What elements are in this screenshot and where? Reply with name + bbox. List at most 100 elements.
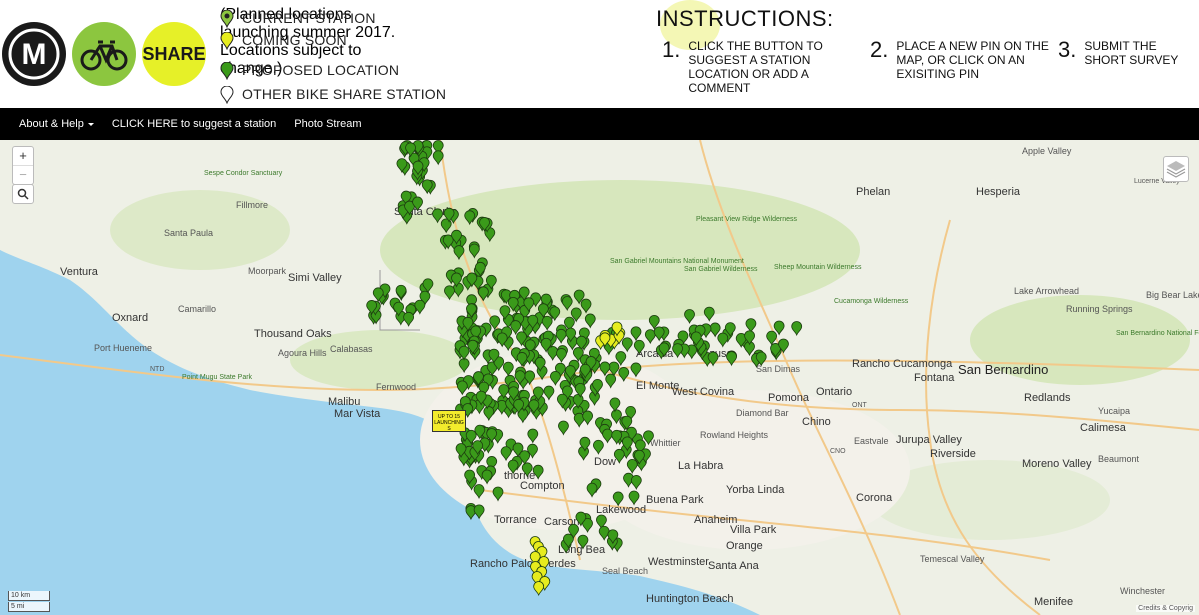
legend-coming: Coming Soon: [220, 32, 347, 50]
station-pin[interactable]: [580, 298, 592, 314]
zoom-out-button[interactable]: −: [13, 165, 33, 184]
station-pin[interactable]: [630, 475, 642, 490]
station-pin[interactable]: [453, 245, 465, 261]
bicycle-icon: [80, 40, 128, 71]
station-pin[interactable]: [432, 208, 443, 224]
station-pin[interactable]: [602, 428, 613, 444]
station-pin[interactable]: [598, 525, 610, 541]
station-pin[interactable]: [533, 581, 545, 597]
station-pin[interactable]: [609, 397, 621, 413]
station-pin[interactable]: [473, 504, 485, 520]
instruction-step-2: 2. Place a new pin on the map, or click …: [870, 37, 1049, 82]
station-pin[interactable]: [541, 315, 553, 331]
station-pin[interactable]: [555, 328, 567, 344]
station-pin[interactable]: [608, 361, 620, 377]
station-pin[interactable]: [478, 286, 489, 302]
station-pin[interactable]: [745, 318, 757, 334]
proposed-pin-icon: [220, 62, 234, 80]
legend-current: Current Station: [220, 10, 376, 28]
station-pin[interactable]: [468, 243, 480, 259]
station-pin[interactable]: [502, 361, 514, 377]
map-search-button[interactable]: [12, 184, 34, 204]
station-pin[interactable]: [458, 358, 470, 374]
station-pin[interactable]: [618, 367, 630, 383]
station-pin[interactable]: [628, 490, 640, 506]
instructions-title: INSTRUCTIONS:: [656, 6, 834, 31]
zoom-control: + −: [12, 146, 34, 185]
bike-logo: [72, 22, 136, 86]
station-pin[interactable]: [577, 534, 589, 550]
station-pin[interactable]: [492, 486, 504, 502]
station-pin[interactable]: [483, 406, 495, 422]
station-pin[interactable]: [593, 439, 604, 455]
station-pin[interactable]: [672, 343, 683, 359]
station-pin[interactable]: [527, 428, 539, 444]
station-pin[interactable]: [586, 482, 598, 498]
station-pin[interactable]: [684, 309, 695, 325]
station-pin[interactable]: [550, 371, 561, 386]
station-pin[interactable]: [612, 491, 624, 507]
station-pin[interactable]: [456, 380, 468, 396]
station-pin[interactable]: [633, 339, 645, 355]
station-pin[interactable]: [726, 351, 737, 367]
instruction-step-3: 3. Submit the short survey: [1058, 37, 1179, 68]
layers-button[interactable]: [1163, 156, 1189, 182]
search-icon: [17, 188, 29, 200]
station-pin[interactable]: [613, 448, 625, 464]
legend-other: Other Bike Share Station: [220, 86, 446, 104]
station-pin[interactable]: [481, 469, 493, 485]
station-pin[interactable]: [452, 282, 464, 298]
header: M SHARE Current Station Coming Soon (Pla…: [0, 0, 1199, 108]
station-pin[interactable]: [473, 484, 485, 500]
scale-bar: 10 km 5 mi: [8, 591, 50, 613]
other-station-pin-icon: [220, 86, 234, 104]
station-pin[interactable]: [558, 420, 569, 436]
caret-down-icon: [87, 122, 94, 126]
station-pin[interactable]: [521, 462, 533, 478]
station-pin[interactable]: [532, 464, 544, 480]
nav-about-help[interactable]: About & Help: [19, 118, 94, 130]
station-pin[interactable]: [773, 320, 785, 336]
station-pin[interactable]: [584, 313, 596, 329]
current-station-pin-icon: [220, 10, 234, 28]
station-pin[interactable]: [543, 385, 555, 401]
nav-suggest-station[interactable]: CLICK HERE to suggest a station: [112, 118, 276, 130]
map-credits[interactable]: Credits & Copyrig: [1136, 605, 1195, 612]
station-pin[interactable]: [464, 210, 476, 226]
station-pin[interactable]: [605, 373, 617, 389]
metro-m-icon: M: [8, 28, 60, 80]
pins-layer: [366, 140, 803, 597]
station-pin[interactable]: [556, 348, 567, 363]
legend-proposed: Proposed Location: [220, 62, 399, 80]
station-pin[interactable]: [599, 361, 611, 377]
station-pin[interactable]: [621, 337, 633, 353]
legend: Current Station Coming Soon (Planned loc…: [220, 6, 446, 104]
station-pin[interactable]: [561, 296, 573, 312]
station-pin[interactable]: [403, 311, 415, 327]
navbar: About & Help CLICK HERE to suggest a sta…: [0, 108, 1199, 140]
station-pin[interactable]: [791, 321, 803, 337]
coming-soon-pin-icon: [220, 32, 234, 50]
layers-icon: [1166, 161, 1186, 178]
map[interactable]: Ventura Oxnard Camarillo Port Hueneme Po…: [0, 140, 1199, 615]
share-logo: SHARE: [142, 22, 206, 86]
station-pin[interactable]: [630, 326, 642, 342]
station-pin[interactable]: [507, 459, 519, 475]
station-pin[interactable]: [717, 332, 729, 348]
station-pin[interactable]: [709, 322, 721, 338]
station-pin[interactable]: [432, 150, 444, 166]
instruction-step-1: 1. Click the button to suggest a station…: [662, 37, 823, 96]
station-pin[interactable]: [766, 330, 778, 346]
station-pin[interactable]: [630, 362, 642, 378]
station-pin[interactable]: [626, 459, 638, 474]
station-pin[interactable]: [703, 306, 715, 322]
station-pin[interactable]: [395, 284, 407, 300]
station-pin[interactable]: [500, 446, 512, 462]
nav-photo-stream[interactable]: Photo Stream: [294, 118, 361, 130]
svg-text:M: M: [22, 38, 47, 71]
metro-logo: M: [2, 22, 66, 86]
station-pin[interactable]: [707, 351, 719, 367]
station-pin[interactable]: [444, 285, 455, 301]
zoom-in-button[interactable]: +: [13, 147, 33, 165]
station-pin[interactable]: [582, 410, 594, 426]
